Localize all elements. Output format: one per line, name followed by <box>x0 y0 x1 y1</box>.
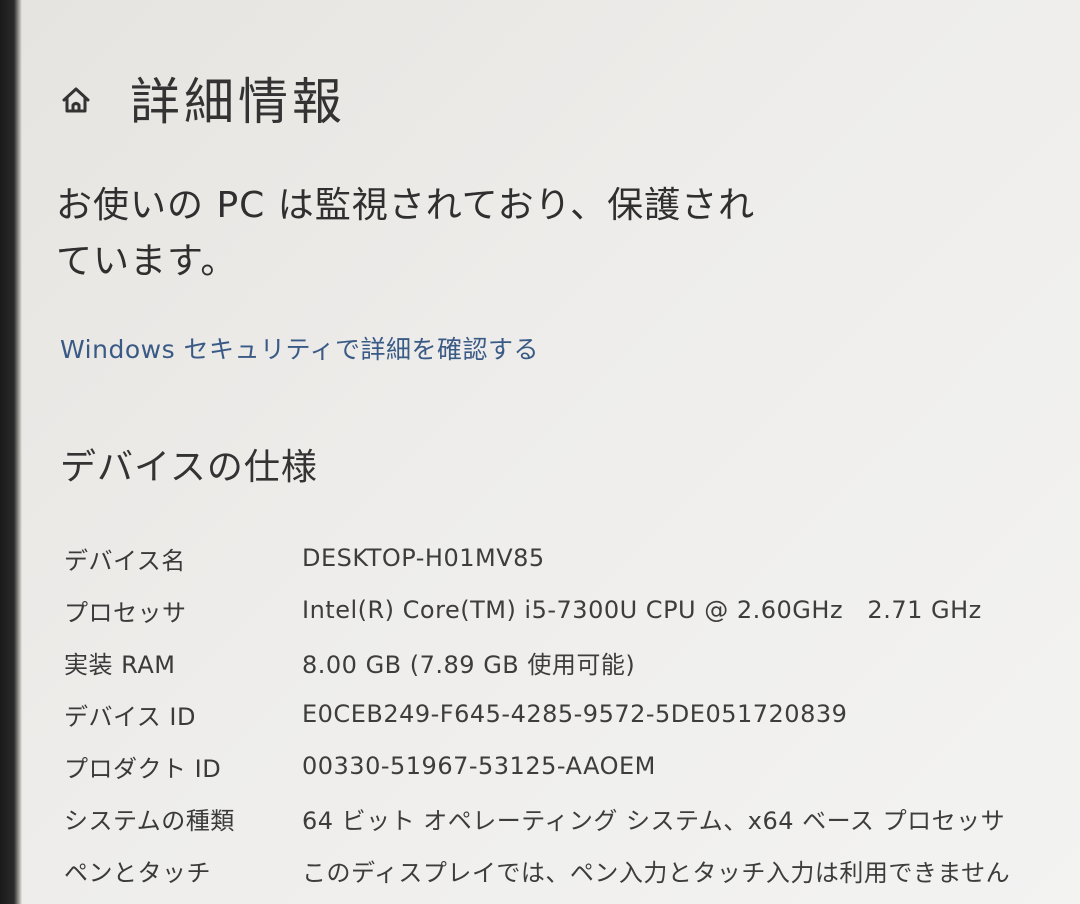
spec-label: プロセッサ <box>64 598 187 627</box>
protection-status-message: お使いの PC は監視されており、保護され ています。 <box>56 178 756 290</box>
spec-row-device-name: デバイス名 DESKTOP-H01MV85 <box>64 532 1074 584</box>
monitor-bezel <box>0 0 22 904</box>
spec-value: E0CEB249-F645-4285-9572-5DE051720839 <box>302 700 848 728</box>
device-specs-table: デバイス名 DESKTOP-H01MV85 プロセッサ Intel(R) Cor… <box>64 532 1074 896</box>
spec-label: デバイス ID <box>64 702 196 731</box>
spec-value: 00330-51967-53125-AAOEM <box>302 752 656 780</box>
spec-label: システムの種類 <box>64 806 235 835</box>
spec-row-system-type: システムの種類 64 ビット オペレーティング システム、x64 ベース プロセ… <box>64 792 1074 844</box>
spec-value: 64 ビット オペレーティング システム、x64 ベース プロセッサ <box>302 806 1006 835</box>
spec-label: 実装 RAM <box>64 650 176 679</box>
protection-message-line-2: ています。 <box>56 241 238 282</box>
spec-row-pen-touch: ペンとタッチ このディスプレイでは、ペン入力とタッチ入力は利用できません <box>64 844 1074 896</box>
spec-value: Intel(R) Core(TM) i5-7300U CPU @ 2.60GHz… <box>302 596 982 624</box>
spec-row-ram: 実装 RAM 8.00 GB (7.89 GB 使用可能) <box>64 636 1074 688</box>
spec-value: このディスプレイでは、ペン入力とタッチ入力は利用できません <box>302 858 1011 887</box>
spec-row-processor: プロセッサ Intel(R) Core(TM) i5-7300U CPU @ 2… <box>64 584 1074 636</box>
spec-label: ペンとタッチ <box>64 858 211 887</box>
page-header: 詳細情報 <box>56 68 346 131</box>
page-title: 詳細情報 <box>130 73 346 131</box>
protection-message-line-1: お使いの PC は監視されており、保護され <box>56 185 756 226</box>
spec-label: デバイス名 <box>64 546 186 575</box>
home-icon[interactable] <box>56 80 96 120</box>
spec-value: DESKTOP-H01MV85 <box>302 544 545 572</box>
device-specs-title: デバイスの仕様 <box>60 447 318 488</box>
spec-row-device-id: デバイス ID E0CEB249-F645-4285-9572-5DE05172… <box>64 688 1074 740</box>
windows-security-link[interactable]: Windows セキュリティで詳細を確認する <box>60 330 539 366</box>
spec-label: プロダクト ID <box>64 754 222 783</box>
spec-value: 8.00 GB (7.89 GB 使用可能) <box>302 650 636 679</box>
spec-row-product-id: プロダクト ID 00330-51967-53125-AAOEM <box>64 740 1074 792</box>
settings-about-page: 詳細情報 お使いの PC は監視されており、保護され ています。 Windows… <box>22 0 1080 904</box>
